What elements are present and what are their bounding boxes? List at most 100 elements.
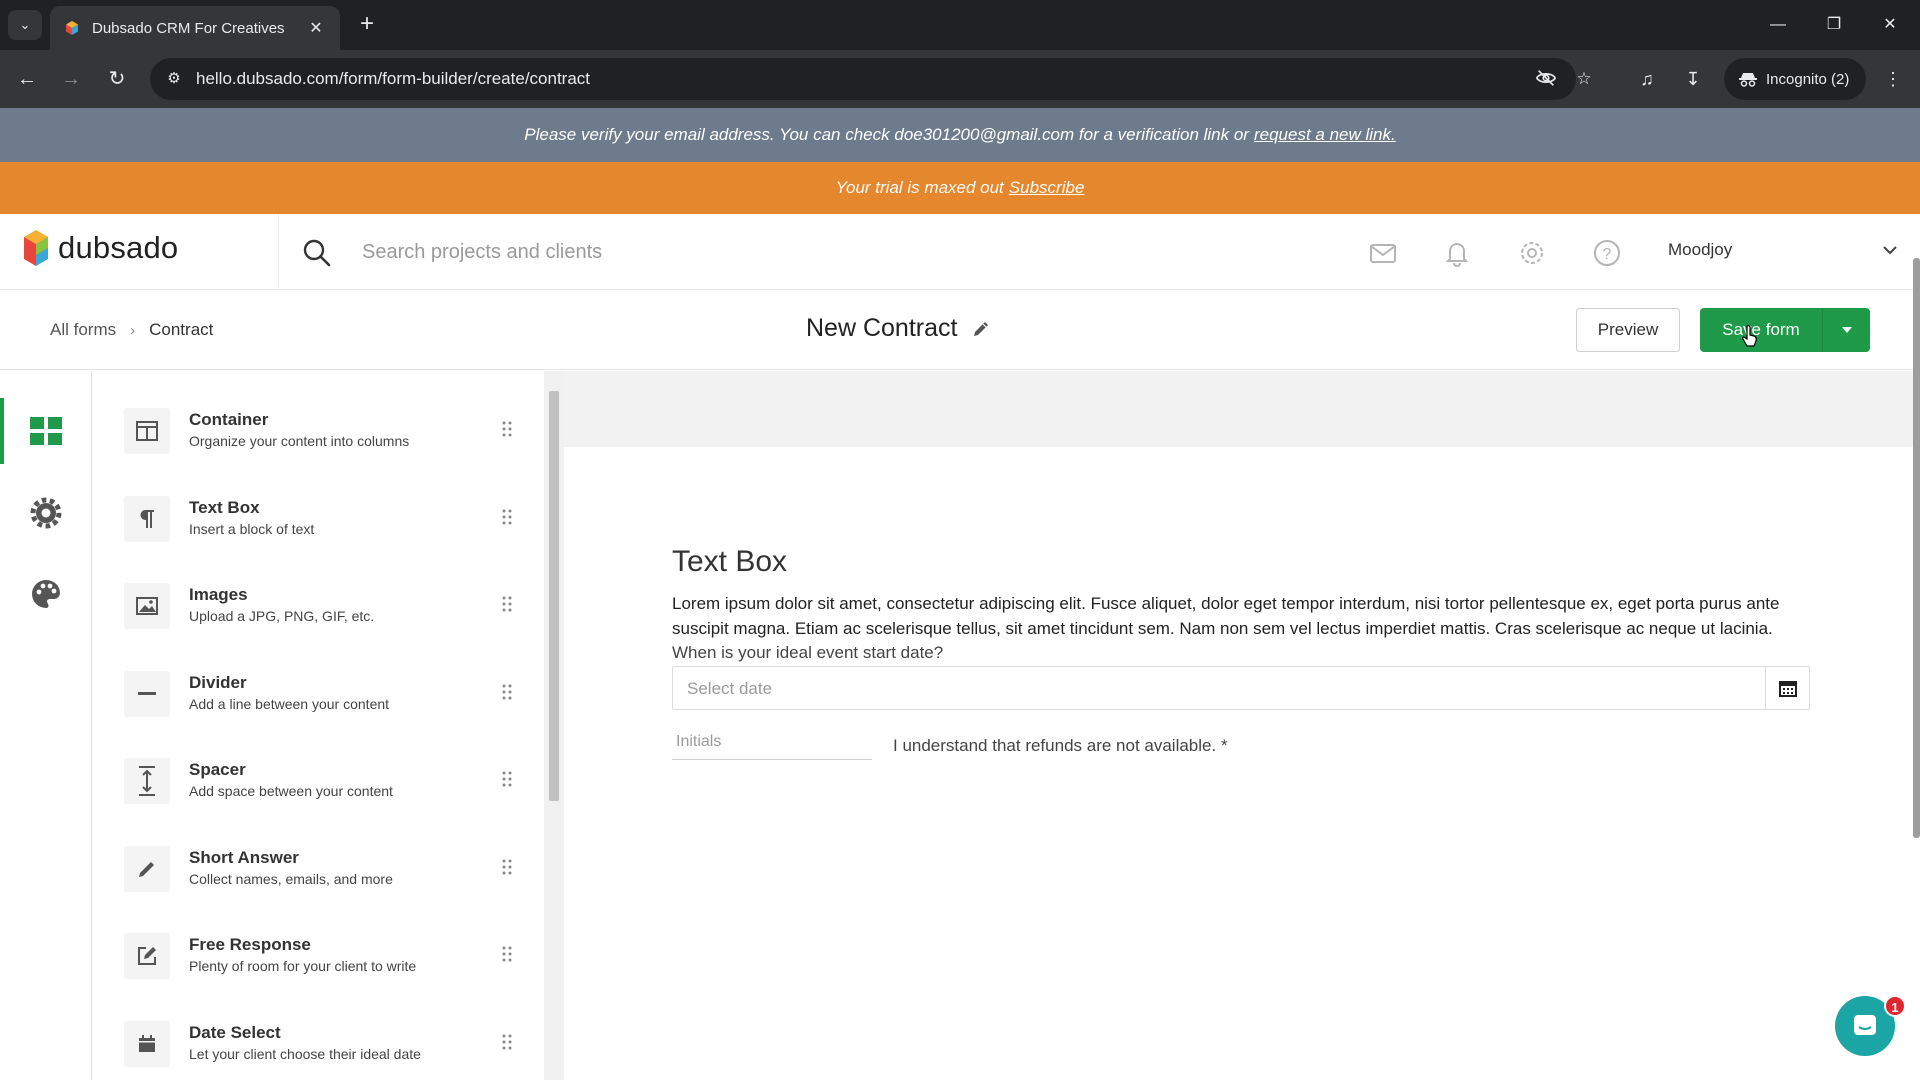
- site-info-icon[interactable]: ⚙: [162, 67, 186, 91]
- window-close-icon[interactable]: ✕: [1870, 10, 1910, 40]
- page-scrollbar[interactable]: [1913, 258, 1920, 838]
- subscribe-link[interactable]: Subscribe: [1009, 178, 1085, 198]
- save-form-button[interactable]: Save form: [1700, 308, 1822, 352]
- edit-square-icon: [138, 947, 156, 965]
- rail-settings-tab[interactable]: [0, 480, 92, 546]
- element-divider[interactable]: Divider Add a line between your content: [124, 661, 524, 731]
- minimize-icon[interactable]: —: [1758, 10, 1798, 40]
- verify-text: Please verify your email address. You ca…: [524, 125, 1249, 144]
- element-container[interactable]: Container Organize your content into col…: [124, 398, 524, 468]
- rail-elements-tab[interactable]: [0, 398, 92, 464]
- drag-handle-icon[interactable]: [502, 945, 512, 963]
- restore-icon[interactable]: ❐: [1814, 10, 1854, 40]
- verify-email-banner: Please verify your email address. You ca…: [0, 108, 1920, 162]
- element-description: Let your client choose their ideal date: [189, 1046, 421, 1062]
- drag-handle-icon[interactable]: [502, 1033, 512, 1051]
- element-description: Organize your content into columns: [189, 433, 410, 449]
- chevron-down-icon[interactable]: [1878, 238, 1902, 262]
- element-short-answer[interactable]: Short Answer Collect names, emails, and …: [124, 836, 524, 906]
- mouse-cursor-icon: [1742, 325, 1757, 347]
- palette-icon: [32, 580, 60, 608]
- browser-tab-bar: ⌄ Dubsado CRM For Creatives ✕ + — ❐ ✕: [0, 0, 1920, 50]
- svg-text:?: ?: [1603, 246, 1612, 263]
- app-header: dubsado ? Moodjoy: [0, 214, 1920, 290]
- elements-panel-scrollbar[interactable]: [544, 371, 564, 1080]
- download-icon[interactable]: ↧: [1678, 64, 1708, 94]
- textbox-heading[interactable]: Text Box: [672, 545, 787, 579]
- breadcrumb: All forms › Contract: [50, 320, 213, 340]
- paragraph-icon: [140, 510, 154, 528]
- help-icon[interactable]: ?: [1592, 238, 1622, 268]
- settings-gear-icon[interactable]: [1517, 238, 1547, 268]
- date-question-label: When is your ideal event start date?: [672, 643, 944, 662]
- tab-search-button[interactable]: ⌄: [8, 10, 42, 40]
- notification-bell-icon[interactable]: [1442, 238, 1472, 268]
- textbox-body[interactable]: Lorem ipsum dolor sit amet, consectetur …: [672, 591, 1812, 641]
- element-icon-box: [124, 758, 170, 804]
- element-title: Divider: [189, 673, 247, 692]
- tab-title: Dubsado CRM For Creatives: [92, 19, 285, 37]
- drag-handle-icon[interactable]: [502, 508, 512, 526]
- incognito-profile-button[interactable]: Incognito (2): [1724, 58, 1866, 100]
- url-text[interactable]: hello.dubsado.com/form/form-builder/crea…: [196, 69, 590, 89]
- container-icon: [136, 421, 158, 441]
- drag-handle-icon[interactable]: [502, 770, 512, 788]
- reload-icon[interactable]: ↻: [102, 64, 132, 94]
- element-icon-box: [124, 496, 170, 542]
- element-icon-box: [124, 583, 170, 629]
- new-tab-button[interactable]: +: [352, 10, 382, 40]
- media-control-icon[interactable]: ♫: [1632, 64, 1662, 94]
- breadcrumb-all-forms[interactable]: All forms: [50, 320, 116, 340]
- user-menu[interactable]: Moodjoy: [1668, 240, 1732, 260]
- element-description: Add space between your content: [189, 783, 393, 799]
- forward-arrow-icon[interactable]: →: [56, 64, 86, 94]
- element-images[interactable]: Images Upload a JPG, PNG, GIF, etc.: [124, 573, 524, 643]
- trial-banner: Your trial is maxed out Subscribe: [0, 162, 1920, 214]
- element-title: Container: [189, 410, 269, 429]
- element-description: Insert a block of text: [189, 521, 315, 537]
- preview-button[interactable]: Preview: [1576, 308, 1680, 352]
- drag-handle-icon[interactable]: [502, 420, 512, 438]
- browser-tab[interactable]: Dubsado CRM For Creatives ✕: [50, 6, 340, 50]
- acknowledgement-text: I understand that refunds are not availa…: [893, 736, 1228, 755]
- chat-icon: [1854, 1015, 1876, 1035]
- rail-theme-tab[interactable]: [0, 561, 92, 627]
- element-description: Add a line between your content: [189, 696, 390, 712]
- canvas-header-strip: [564, 371, 1920, 447]
- element-title: Date Select: [189, 1023, 281, 1042]
- builder-side-rail: [0, 371, 92, 1080]
- element-free-response[interactable]: Free Response Plenty of room for your cl…: [124, 923, 524, 993]
- dubsado-logo[interactable]: dubsado: [22, 228, 178, 268]
- element-title: Spacer: [189, 760, 246, 779]
- element-description: Upload a JPG, PNG, GIF, etc.: [189, 608, 375, 624]
- initials-input[interactable]: [672, 724, 872, 760]
- mail-icon[interactable]: [1368, 238, 1398, 268]
- date-select-field[interactable]: [672, 666, 1810, 710]
- search-icon[interactable]: [302, 238, 332, 268]
- eye-off-icon[interactable]: [1534, 67, 1558, 91]
- bookmark-star-icon[interactable]: ☆: [1572, 67, 1596, 91]
- back-arrow-icon[interactable]: ←: [12, 64, 42, 94]
- edit-pencil-icon[interactable]: [971, 319, 991, 339]
- date-input[interactable]: [687, 677, 1737, 701]
- element-text-box[interactable]: Text Box Insert a block of text: [124, 486, 524, 556]
- element-icon-box: [124, 408, 170, 454]
- element-date-select[interactable]: Date Select Let your client choose their…: [124, 1011, 524, 1080]
- tab-close-icon[interactable]: ✕: [306, 18, 326, 38]
- form-title[interactable]: New Contract: [806, 314, 957, 343]
- minus-icon: [138, 692, 156, 695]
- save-options-dropdown[interactable]: [1822, 308, 1870, 352]
- drag-handle-icon[interactable]: [502, 683, 512, 701]
- drag-handle-icon[interactable]: [502, 858, 512, 876]
- element-spacer[interactable]: Spacer Add space between your content: [124, 748, 524, 818]
- cog-icon: [30, 497, 62, 529]
- request-new-link[interactable]: request a new link.: [1254, 125, 1396, 145]
- address-bar[interactable]: ⚙ hello.dubsado.com/form/form-builder/cr…: [150, 58, 1592, 100]
- drag-handle-icon[interactable]: [502, 595, 512, 613]
- search-input[interactable]: [362, 234, 1262, 270]
- dubsado-logo-icon: [24, 230, 48, 266]
- calendar-button[interactable]: [1765, 667, 1809, 709]
- image-icon: [136, 597, 158, 615]
- scrollbar-thumb[interactable]: [549, 391, 559, 801]
- browser-menu-icon[interactable]: ⋮: [1878, 64, 1908, 94]
